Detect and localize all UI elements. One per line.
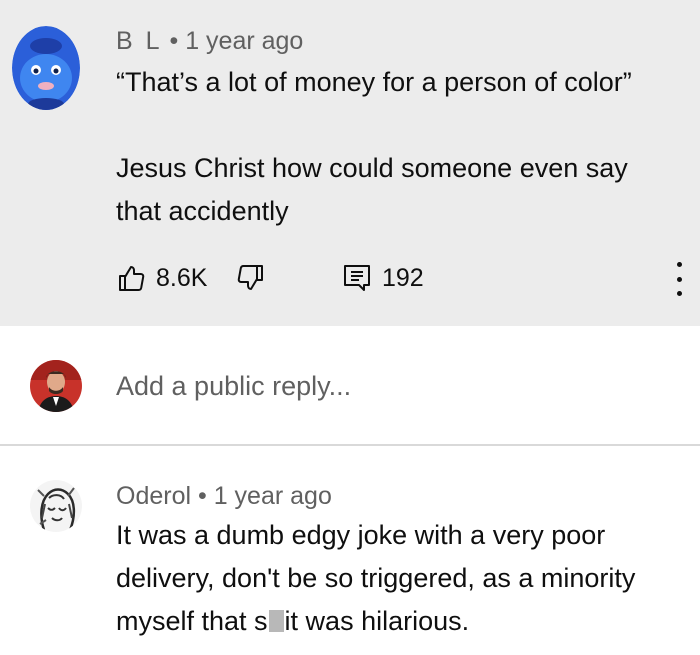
reply-line-3-end: it was hilarious. (284, 606, 470, 636)
reply-comment-icon (344, 265, 370, 291)
reply-author-avatar[interactable] (30, 480, 82, 532)
comment-line-1: “That’s a lot of money for a person of c… (116, 67, 632, 97)
comment-meta: B L • 1 year ago (116, 27, 303, 56)
reply-line-3-start: myself that s (116, 606, 268, 636)
comment-line-2: Jesus Christ how could someone even say (116, 153, 628, 183)
comment-author[interactable]: B L (116, 27, 163, 55)
thumbs-down-icon (237, 265, 263, 290)
thumbs-up-icon (119, 266, 145, 291)
reply-line-3: myself that s it was hilarious. (116, 600, 635, 643)
current-user-avatar (30, 360, 82, 412)
reply-count: 192 (382, 263, 424, 292)
meta-separator: • (169, 27, 186, 55)
comment-card: B L • 1 year ago “That’s a lot of money … (0, 0, 700, 326)
commenter-avatar[interactable] (12, 26, 80, 110)
reply-line-1: It was a dumb edgy joke with a very poor (116, 520, 606, 550)
reply-author[interactable]: Oderol (116, 482, 191, 510)
comment-line-3: that accidently (116, 196, 289, 226)
more-options-icon[interactable] (672, 262, 686, 296)
reply-input-row: Add a public reply... (0, 326, 700, 446)
reply-text: It was a dumb edgy joke with a very poor… (116, 514, 635, 643)
like-button[interactable]: 8.6K (116, 258, 207, 298)
comment-text: “That’s a lot of money for a person of c… (116, 61, 632, 233)
reply-line-2: delivery, don't be so triggered, as a mi… (116, 563, 636, 593)
censor-blur (268, 610, 284, 632)
like-count: 8.6K (156, 263, 208, 292)
add-reply-input[interactable]: Add a public reply... (116, 371, 351, 402)
reply-time[interactable]: 1 year ago (214, 482, 332, 510)
reply-meta: Oderol • 1 year ago (116, 482, 332, 511)
comment-time[interactable]: 1 year ago (185, 27, 303, 55)
dislike-button[interactable] (236, 258, 266, 298)
comment-blank-line (116, 104, 632, 147)
replies-button[interactable]: 192 (342, 258, 424, 298)
meta-separator: • (198, 482, 214, 510)
